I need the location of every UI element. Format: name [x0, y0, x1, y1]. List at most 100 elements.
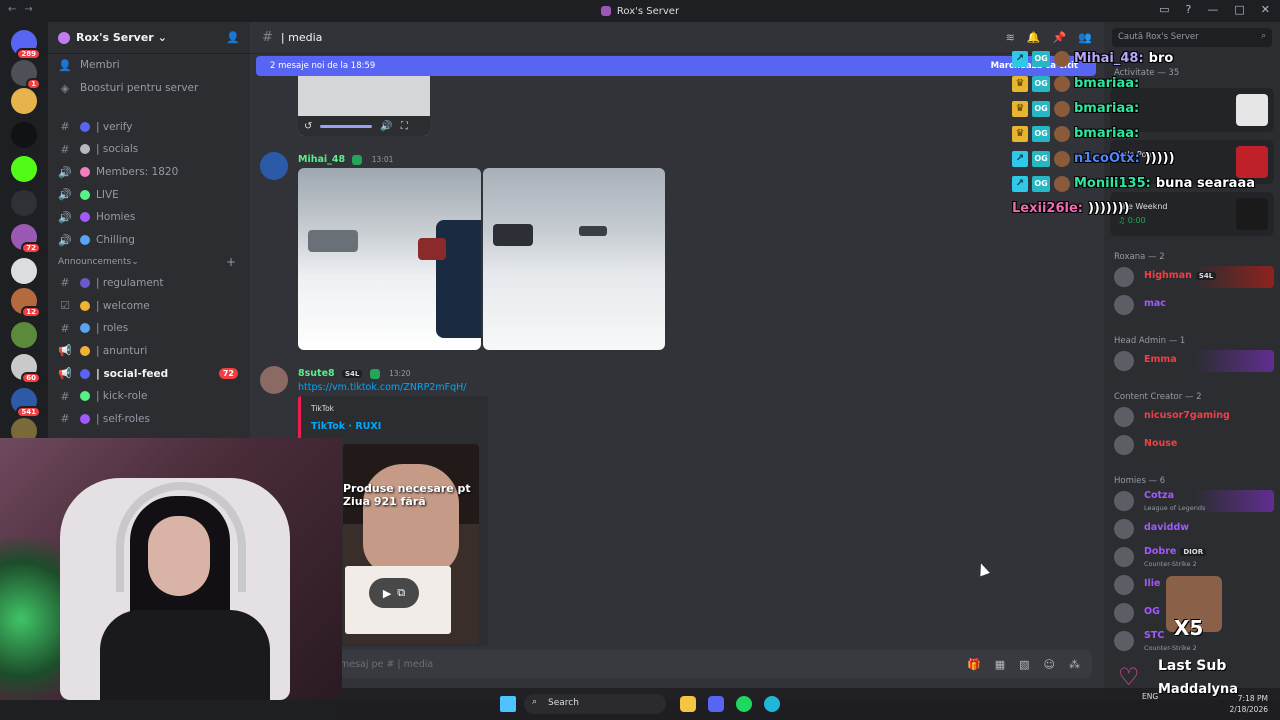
server-icon-server-3[interactable] — [11, 88, 37, 114]
activity-card[interactable] — [1110, 88, 1274, 132]
avatar — [1114, 351, 1134, 371]
gif-icon[interactable]: ▦ — [995, 658, 1005, 671]
activity-card[interactable]: The Weeknd ♫ 0:00 — [1110, 192, 1274, 236]
member-item[interactable]: nicusor7gaming — [1114, 406, 1274, 428]
mark-read-button[interactable]: Marchează ca citit — [991, 61, 1078, 71]
channel-item[interactable]: # | roles — [48, 317, 250, 340]
unread-badge: 289 — [16, 48, 41, 60]
channel-item[interactable]: 🔊 Homies — [48, 206, 250, 229]
minimize-button[interactable]: — — [1207, 3, 1218, 16]
members-toggle-icon[interactable]: 👥 — [1078, 31, 1092, 44]
add-member-icon[interactable]: 👤 — [226, 31, 240, 44]
pin-icon[interactable]: 📌 — [1053, 31, 1067, 44]
play-icon: ▶ — [382, 586, 392, 600]
member-name-row: Ilie — [1144, 578, 1161, 589]
sidebar-item-members[interactable]: 👤 Membri — [48, 54, 250, 77]
member-name-row: Nouse — [1144, 438, 1177, 449]
category-header[interactable]: Announcements ⌄ + — [48, 252, 250, 272]
activity-card[interactable]: Lele Pons — [1110, 140, 1274, 184]
avatar[interactable] — [260, 152, 288, 180]
channel-item[interactable]: # | self-roles — [48, 408, 250, 431]
edge-app-icon[interactable] — [764, 696, 780, 712]
channel-label: | verify — [96, 120, 133, 133]
channel-item[interactable]: 📢 | social-feed 72 — [48, 362, 250, 385]
replay-icon[interactable]: ↺ — [304, 121, 312, 132]
channel-item[interactable]: # | socials — [48, 138, 250, 161]
maximize-button[interactable]: □ — [1234, 3, 1244, 16]
channel-item[interactable]: 🔊 LIVE — [48, 183, 250, 206]
server-icon-rox-server[interactable]: 72 — [11, 224, 41, 254]
channel-item[interactable]: 📢 | anunturi — [48, 340, 250, 363]
channel-item[interactable]: # | verify — [48, 115, 250, 138]
embed-thumbnail[interactable]: Produse necesare pt Ziua 921 fără ▶ ⧉ — [343, 444, 479, 644]
server-icon-server-8[interactable] — [11, 258, 37, 284]
server-icon-server-w[interactable] — [11, 122, 37, 148]
member-item[interactable]: Dobre DIOR Counter-Strike 2 — [1114, 546, 1274, 568]
verified-badge-icon — [369, 368, 380, 379]
member-item[interactable]: Cotza League of Legends — [1114, 490, 1274, 512]
server-icon-server-kick[interactable] — [11, 156, 37, 182]
server-icon-server-12[interactable]: 541 — [11, 388, 41, 418]
new-messages-bar[interactable]: 2 mesaje noi de la 18:59 Marchează ca ci… — [256, 56, 1096, 76]
channel-item[interactable]: 🔊 Members: 1820 — [48, 161, 250, 184]
inbox-icon[interactable]: ▭ — [1159, 3, 1169, 16]
nameplate-decoration — [1194, 350, 1274, 372]
add-channel-icon[interactable]: + — [226, 255, 236, 269]
channel-item[interactable]: ☑ | welcome — [48, 294, 250, 317]
help-icon[interactable]: ? — [1186, 3, 1192, 16]
file-explorer-icon[interactable] — [680, 696, 696, 712]
gift-icon[interactable]: 🎁 — [967, 658, 981, 671]
windows-start-icon[interactable] — [500, 696, 516, 712]
embed-provider[interactable]: TikTok — [311, 404, 334, 413]
avatar[interactable] — [260, 366, 288, 394]
message-composer[interactable]: mesaj pe # | media 🎁 ▦ ▧ ☺ ⁂ — [262, 650, 1092, 678]
emoji-icon[interactable]: ☺ — [1044, 658, 1055, 671]
channel-item[interactable]: 🔊 Chilling — [48, 229, 250, 252]
hash-icon: # — [262, 30, 273, 45]
nav-arrows[interactable]: ←→ — [8, 4, 41, 15]
member-item[interactable]: daviddw — [1114, 518, 1274, 540]
server-header[interactable]: Rox's Server ⌄ 👤 — [48, 22, 250, 54]
server-icon-server-10[interactable] — [11, 322, 37, 348]
channel-item[interactable]: # | regulament — [48, 272, 250, 295]
sidebar-item-boosts[interactable]: ◈ Boosturi pentru server — [48, 77, 250, 100]
server-icon-server-2[interactable]: 1 — [11, 60, 41, 90]
close-button[interactable]: ✕ — [1261, 3, 1270, 16]
member-name-row: Dobre DIOR — [1144, 546, 1207, 557]
progress-bar[interactable] — [320, 124, 373, 128]
server-icon-server-6[interactable] — [11, 190, 37, 216]
snow-street-photo[interactable] — [298, 168, 481, 350]
server-icon-server-11[interactable]: 60 — [11, 354, 41, 384]
server-icon-discord-home[interactable]: 289 — [11, 30, 41, 60]
member-item[interactable]: Nouse — [1114, 434, 1274, 456]
threads-icon[interactable]: ≋ — [1006, 31, 1015, 44]
taskbar-search[interactable]: ⌕ Search — [524, 694, 666, 714]
spotify-app-icon[interactable] — [736, 696, 752, 712]
member-item[interactable]: Emma — [1114, 350, 1274, 372]
channel-item[interactable]: # | kick-role — [48, 385, 250, 408]
member-item[interactable]: Highman S4L — [1114, 266, 1274, 288]
activity-subtitle: ♫ 0:00 — [1118, 216, 1146, 225]
sticker-icon[interactable]: ▧ — [1019, 658, 1029, 671]
member-group-header: Content Creator — 2 — [1114, 392, 1202, 402]
search-input[interactable]: Caută Rox's Server ⌕ — [1112, 28, 1272, 47]
member-name: STC — [1144, 630, 1165, 641]
volume-icon[interactable]: 🔊 — [380, 121, 392, 132]
message-link[interactable]: https://vm.tiktok.com/ZNRP2mFqH/ — [298, 382, 466, 393]
video-player[interactable]: ↺ 🔊 ⛶ — [298, 76, 430, 136]
window-title: Rox's Server — [616, 5, 680, 17]
fullscreen-icon[interactable]: ⛶ — [401, 121, 408, 132]
embed-title[interactable]: TikTok · RUXI — [311, 421, 381, 432]
author-name[interactable]: Mihai_48 — [298, 154, 345, 165]
apps-icon[interactable]: ⁂ — [1069, 658, 1080, 671]
author-name[interactable]: 8sute8 — [298, 368, 335, 379]
server-icon-server-9[interactable]: 12 — [11, 288, 41, 318]
channel-label: | socials — [96, 143, 139, 156]
taskbar-search-label: Search — [548, 698, 579, 708]
member-item[interactable]: mac — [1114, 294, 1274, 316]
discord-app-icon[interactable] — [708, 696, 724, 712]
notifications-icon[interactable]: 🔔 — [1027, 31, 1041, 44]
snow-road-photo[interactable] — [483, 168, 665, 350]
member-name-row: daviddw — [1144, 522, 1189, 533]
play-button[interactable]: ▶ ⧉ — [369, 578, 419, 608]
